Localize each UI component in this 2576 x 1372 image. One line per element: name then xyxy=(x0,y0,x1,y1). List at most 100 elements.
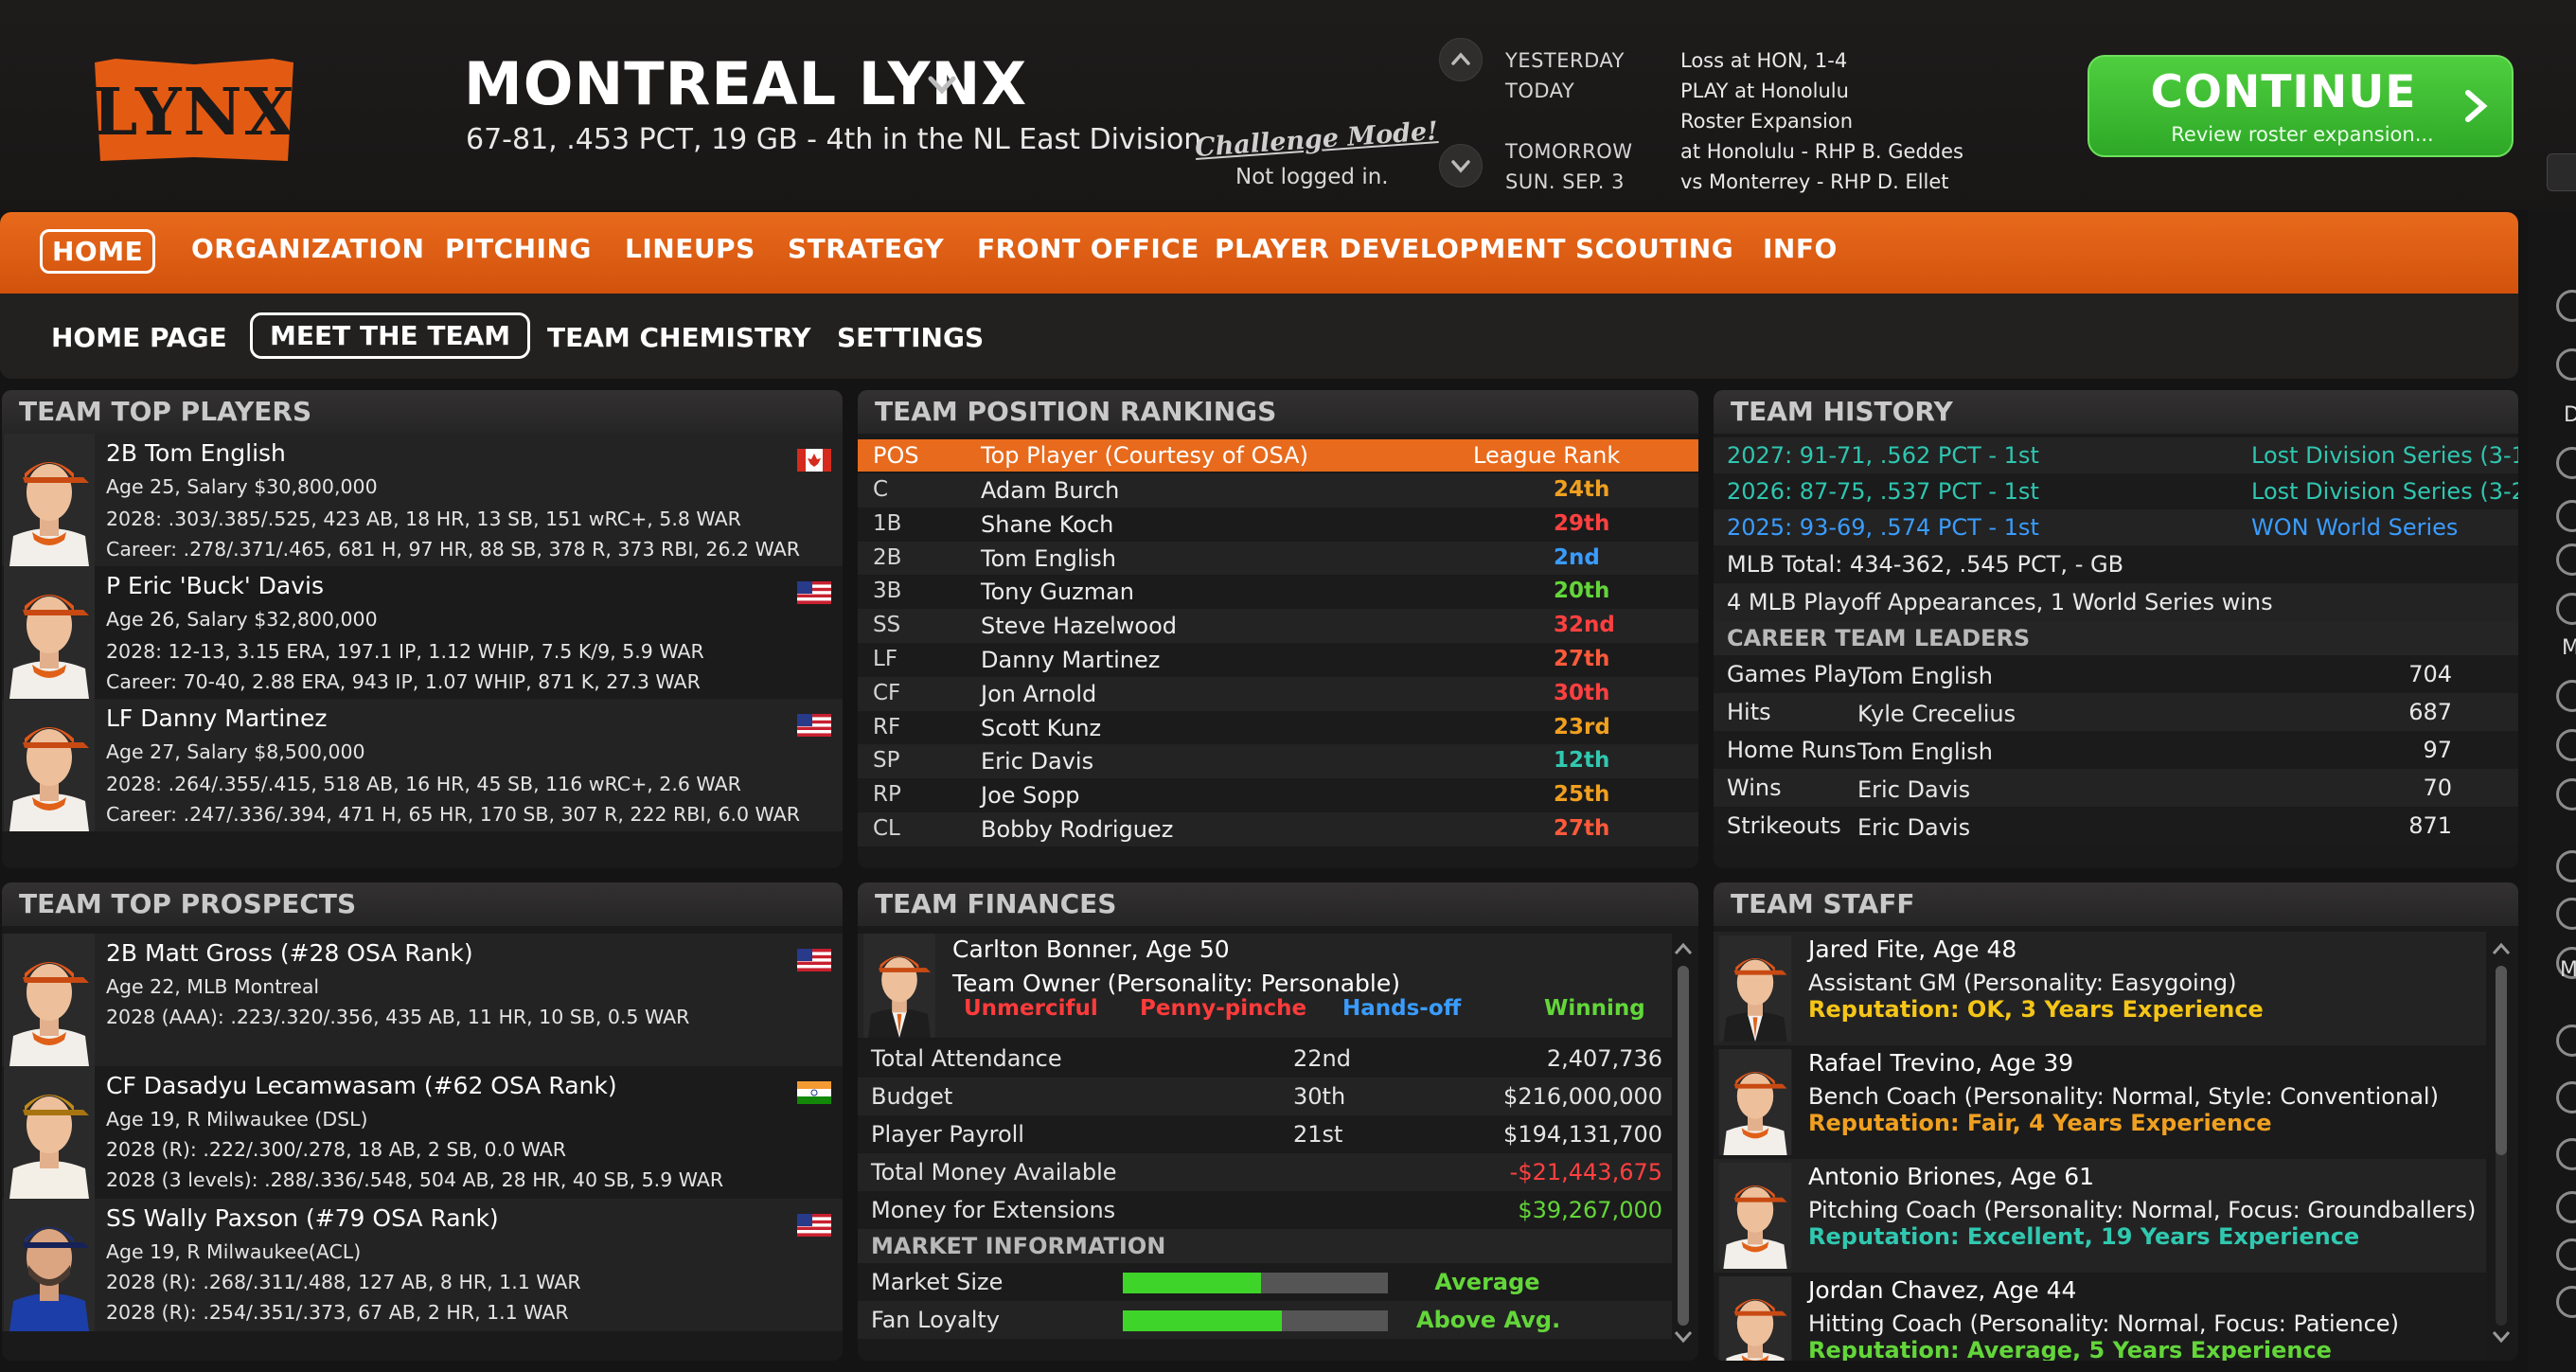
market-row[interactable]: Fan Loyalty Above Avg. xyxy=(858,1301,1672,1339)
nav-pitching[interactable]: PITCHING xyxy=(445,233,592,264)
gear-icon[interactable] xyxy=(2556,1138,2576,1170)
schedule-value[interactable]: vs Monterrey - RHP D. Ellet xyxy=(1680,170,1949,193)
ranking-player[interactable]: Adam Burch xyxy=(981,477,1119,504)
ranking-row[interactable]: SP Eric Davis 12th xyxy=(858,744,1698,779)
history-row[interactable]: 2025: 93-69, .574 PCT - 1st WON World Se… xyxy=(1714,509,2518,545)
scroll-down-icon[interactable] xyxy=(2490,1327,2513,1346)
ranking-player[interactable]: Steve Hazelwood xyxy=(981,613,1177,639)
ranking-row[interactable]: C Adam Burch 24th xyxy=(858,473,1698,508)
staff-name[interactable]: Jared Fite, Age 48 xyxy=(1808,935,2016,963)
nav-strategy[interactable]: STRATEGY xyxy=(788,233,944,264)
ranking-player[interactable]: Danny Martinez xyxy=(981,647,1160,673)
leader-row[interactable]: Strikeouts Eric Davis 871 xyxy=(1714,807,2518,845)
calendar-icon[interactable] xyxy=(2556,778,2576,811)
subnav-team-chemistry[interactable]: TEAM CHEMISTRY xyxy=(547,322,810,353)
staff-name[interactable]: Antonio Briones, Age 61 xyxy=(1808,1163,2094,1190)
scroll-up-icon[interactable] xyxy=(2490,939,2513,958)
continue-button[interactable]: CONTINUE Review roster expansion... xyxy=(2087,55,2514,157)
finance-row[interactable]: Player Payroll 21st $194,131,700 xyxy=(858,1115,1672,1153)
finance-row[interactable]: Money for Extensions $39,267,000 xyxy=(858,1191,1672,1229)
home-icon[interactable] xyxy=(2556,447,2576,479)
ranking-player[interactable]: Bobby Rodriguez xyxy=(981,816,1173,843)
ranking-player[interactable]: Eric Davis xyxy=(981,748,1093,775)
ranking-player[interactable]: Tom English xyxy=(981,545,1116,572)
nav-player-development[interactable]: PLAYER DEVELOPMENT xyxy=(1215,233,1566,264)
schedule-value[interactable]: at Honolulu - RHP B. Geddes xyxy=(1680,140,1963,163)
ranking-row[interactable]: 1B Shane Koch 29th xyxy=(858,507,1698,542)
home-icon[interactable] xyxy=(2556,680,2576,712)
player-name[interactable]: P Eric 'Buck' Davis xyxy=(106,572,324,599)
nav-home[interactable]: HOME xyxy=(40,229,156,274)
staff-scrollbar[interactable] xyxy=(2496,966,2507,1326)
col-header-pos[interactable]: POS xyxy=(873,442,919,469)
upload-icon[interactable] xyxy=(2556,850,2576,882)
share-icon[interactable] xyxy=(2556,729,2576,761)
history-row[interactable]: 2026: 87-75, .537 PCT - 1st Lost Divisio… xyxy=(1714,473,2518,509)
staff-card[interactable]: Rafael Trevino, Age 39 Bench Coach (Perso… xyxy=(1714,1045,2486,1159)
next-day-button[interactable] xyxy=(1439,144,1483,187)
leader-row[interactable]: Wins Eric Davis 70 xyxy=(1714,769,2518,807)
leader-player[interactable]: Tom English xyxy=(1857,739,1993,765)
nav-organization[interactable]: ORGANIZATION xyxy=(191,233,424,264)
ranking-row[interactable]: RP Joe Sopp 25th xyxy=(858,778,1698,813)
owner-name[interactable]: Carlton Bonner, Age 50 xyxy=(952,935,1230,963)
subnav-settings[interactable]: SETTINGS xyxy=(837,322,984,353)
help-icon[interactable] xyxy=(2556,898,2576,930)
prospect-card[interactable]: 2B Matt Gross (#28 OSA Rank) Age 22, MLB… xyxy=(2,934,843,1066)
player-card[interactable]: P Eric 'Buck' Davis Age 26, Salary $32,8… xyxy=(2,566,843,699)
ranking-row[interactable]: RF Scott Kunz 23rd xyxy=(858,710,1698,745)
player-name[interactable]: LF Danny Martinez xyxy=(106,704,328,732)
finances-scrollbar[interactable] xyxy=(1678,966,1689,1326)
leader-row[interactable]: Hits Kyle Crecelius 687 xyxy=(1714,693,2518,731)
chat-icon[interactable] xyxy=(2556,543,2576,576)
prospect-name[interactable]: CF Dasadyu Lecamwasam (#62 OSA Rank) xyxy=(106,1072,617,1099)
scrollbar-thumb[interactable] xyxy=(1678,966,1689,1326)
nav-scouting[interactable]: SCOUTING xyxy=(1575,233,1733,264)
ranking-player[interactable]: Tony Guzman xyxy=(981,579,1134,605)
ranking-row[interactable]: SS Steve Hazelwood 32nd xyxy=(858,609,1698,644)
leader-player[interactable]: Eric Davis xyxy=(1857,776,1970,803)
previous-day-button[interactable] xyxy=(1439,38,1483,81)
player-card[interactable]: LF Danny Martinez Age 27, Salary $8,500,… xyxy=(2,699,843,831)
ranking-row[interactable]: 3B Tony Guzman 20th xyxy=(858,575,1698,610)
staff-card[interactable]: Jared Fite, Age 48 Assistant GM (Personal… xyxy=(1714,932,2486,1045)
subnav-home-page[interactable]: HOME PAGE xyxy=(51,322,227,353)
owner-card[interactable]: Carlton Bonner, Age 50 Team Owner (Perso… xyxy=(858,934,1672,1038)
leader-player[interactable]: Tom English xyxy=(1857,663,1993,689)
player-card[interactable]: 2B Tom English Age 25, Salary $30,800,00… xyxy=(2,434,843,566)
staff-name[interactable]: Rafael Trevino, Age 39 xyxy=(1808,1049,2073,1077)
scroll-up-icon[interactable] xyxy=(1672,939,1695,958)
gear-icon[interactable] xyxy=(2556,1286,2576,1318)
nav-lineups[interactable]: LINEUPS xyxy=(625,233,755,264)
finance-row[interactable]: Total Money Available -$21,443,675 xyxy=(858,1153,1672,1191)
map-pin-icon[interactable] xyxy=(2556,348,2576,381)
share-icon[interactable] xyxy=(2556,1191,2576,1223)
nav-front-office[interactable]: FRONT OFFICE xyxy=(977,233,1199,264)
leader-player[interactable]: Kyle Crecelius xyxy=(1857,701,2016,727)
ranking-row[interactable]: LF Danny Martinez 27th xyxy=(858,643,1698,677)
globe-icon[interactable] xyxy=(2556,290,2576,322)
ranking-row[interactable]: 2B Tom English 2nd xyxy=(858,541,1698,576)
leader-row[interactable]: Games PlayeTom English 704 xyxy=(1714,655,2518,693)
scrollbar-thumb[interactable] xyxy=(2496,966,2507,1155)
ranking-player[interactable]: Jon Arnold xyxy=(981,681,1096,707)
prospect-name[interactable]: 2B Matt Gross (#28 OSA Rank) xyxy=(106,939,473,967)
mail-icon[interactable] xyxy=(2556,500,2576,532)
subnav-meet-the-team[interactable]: MEET THE TEAM xyxy=(250,312,531,359)
finance-row[interactable]: Total Attendance 22nd 2,407,736 xyxy=(858,1040,1672,1078)
leader-row[interactable]: Home Runs Tom English 97 xyxy=(1714,731,2518,769)
prospect-name[interactable]: SS Wally Paxson (#79 OSA Rank) xyxy=(106,1204,499,1232)
col-header-player[interactable]: Top Player (Courtesy of OSA) xyxy=(981,442,1308,469)
market-row[interactable]: Market Size Average xyxy=(858,1263,1672,1301)
gear-icon[interactable] xyxy=(2556,1238,2576,1271)
ranking-row[interactable]: CL Bobby Rodriguez 27th xyxy=(858,812,1698,846)
finance-row[interactable]: Budget 30th $216,000,000 xyxy=(858,1078,1672,1115)
prospect-card[interactable]: SS Wally Paxson (#79 OSA Rank) Age 19, R… xyxy=(2,1199,843,1331)
history-row[interactable]: 2027: 91-71, .562 PCT - 1st Lost Divisio… xyxy=(1714,437,2518,473)
scroll-down-icon[interactable] xyxy=(1672,1327,1695,1346)
chevron-down-icon[interactable] xyxy=(923,66,961,104)
schedule-value[interactable]: Loss at HON, 1-4 xyxy=(1680,49,1847,72)
ranking-player[interactable]: Shane Koch xyxy=(981,511,1113,538)
home-icon[interactable] xyxy=(2556,1025,2576,1057)
leader-player[interactable]: Eric Davis xyxy=(1857,814,1970,841)
